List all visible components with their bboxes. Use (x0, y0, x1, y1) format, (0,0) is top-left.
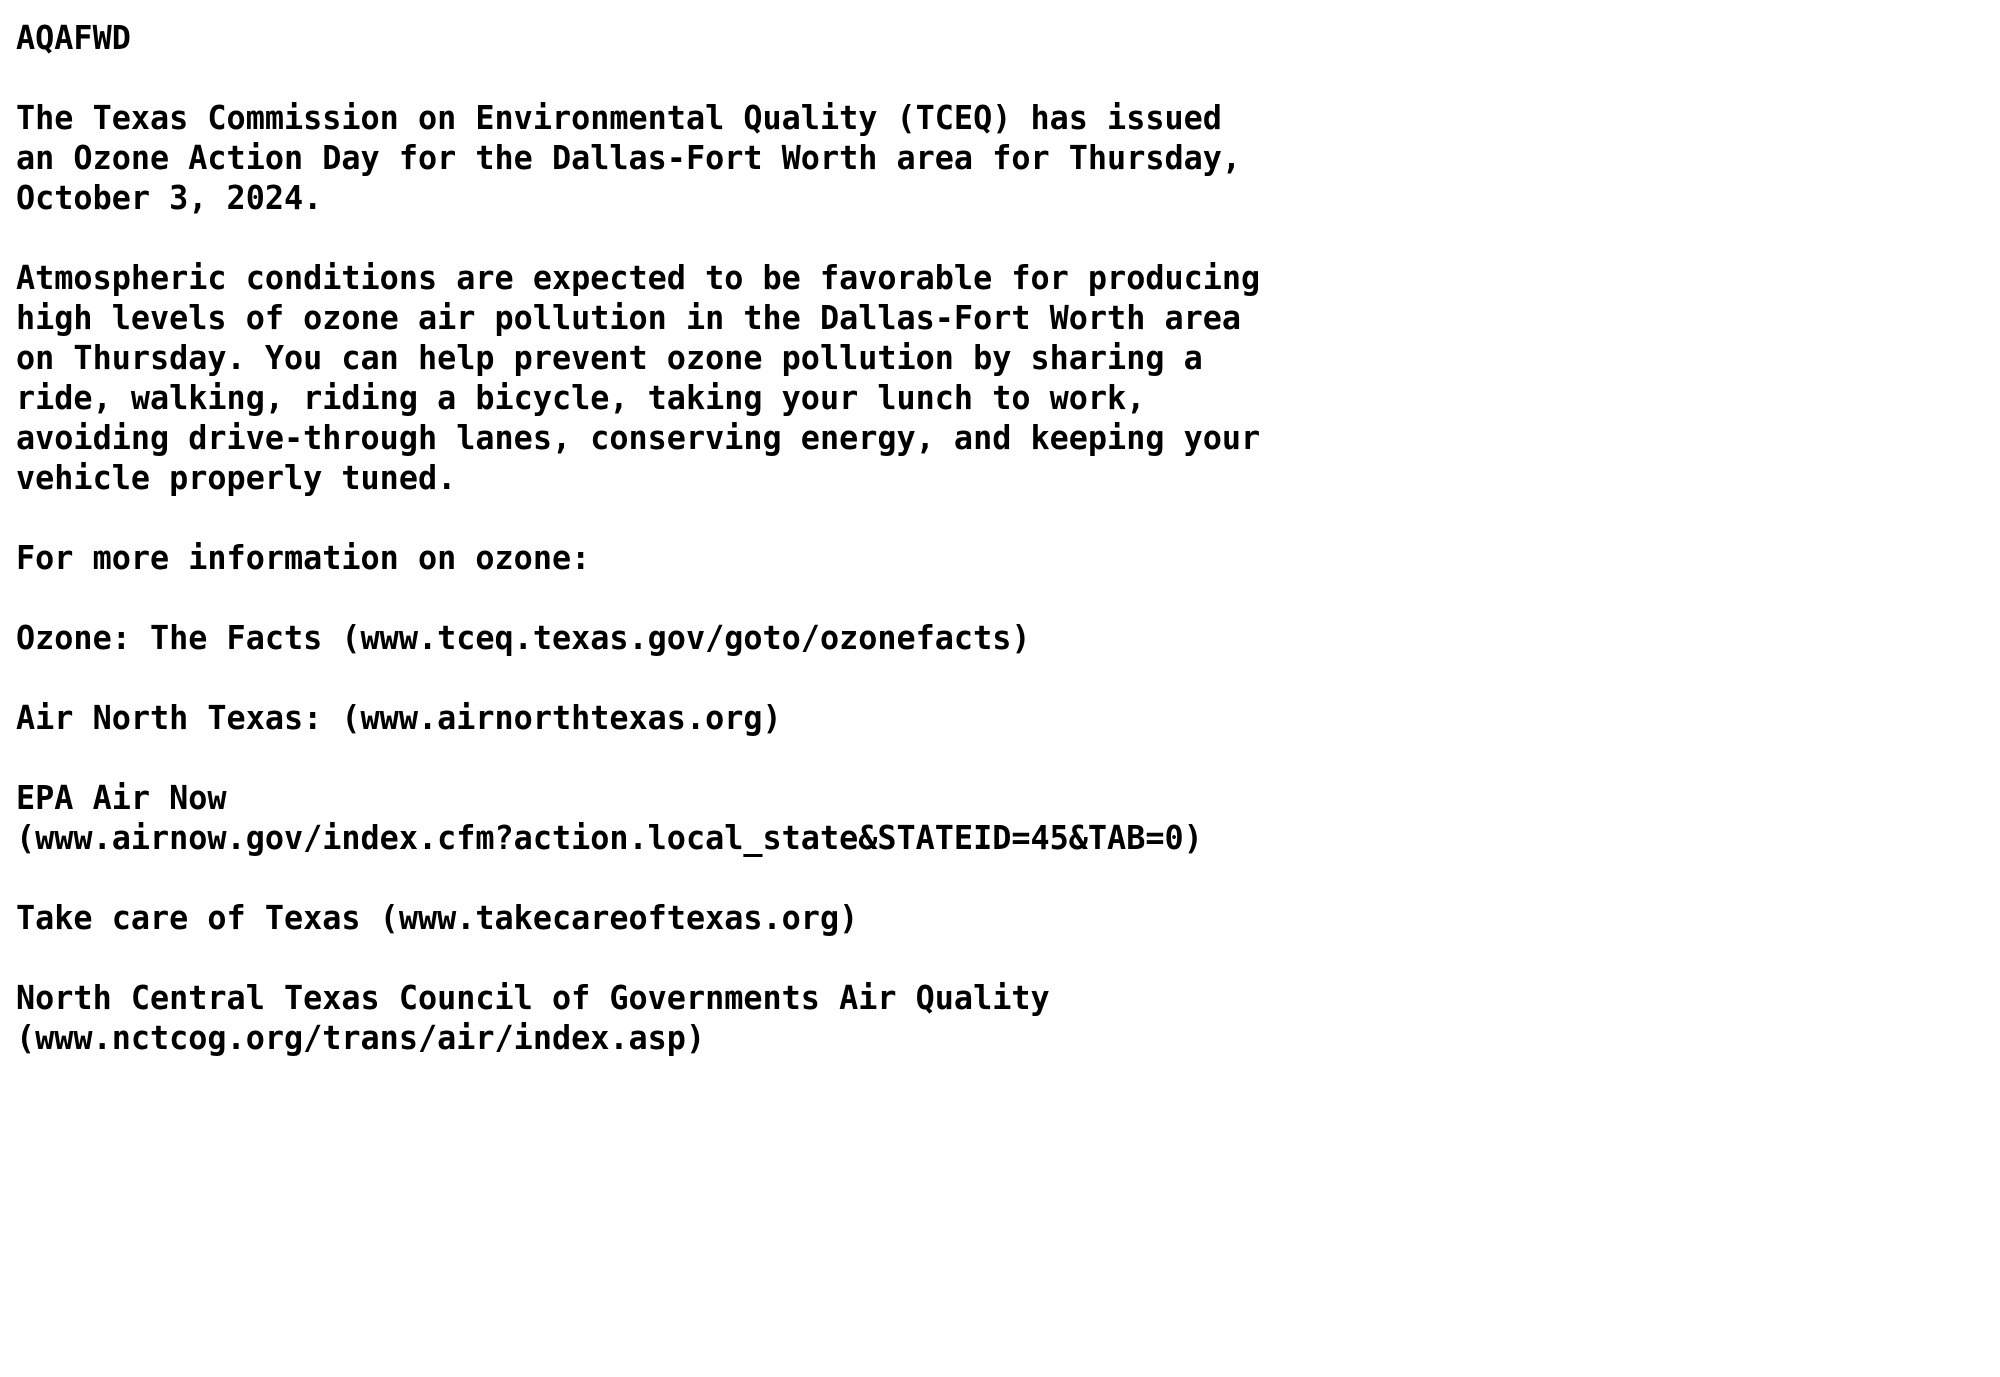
text-line: (www.airnow.gov/index.cfm?action.local_s… (16, 818, 1203, 857)
blank (16, 498, 2000, 538)
text-line: on Thursday. You can help prevent ozone … (16, 338, 1203, 377)
blank (16, 858, 2000, 898)
blank (16, 738, 2000, 778)
blank (16, 658, 2000, 698)
conditions-paragraph: Atmospheric conditions are expected to b… (16, 258, 2000, 498)
text-line: Ozone: The Facts (www.tceq.texas.gov/got… (16, 618, 1031, 657)
text-line: Air North Texas: (www.airnorthtexas.org) (16, 698, 782, 737)
resource-epa-air-now: EPA Air Now (www.airnow.gov/index.cfm?act… (16, 778, 2000, 858)
resource-take-care-of-texas: Take care of Texas (www.takecareoftexas.… (16, 898, 2000, 938)
text-line: an Ozone Action Day for the Dallas-Fort … (16, 138, 1242, 177)
blank (16, 578, 2000, 618)
text-line: ride, walking, riding a bicycle, taking … (16, 378, 1146, 417)
text-line: Atmospheric conditions are expected to b… (16, 258, 1261, 297)
product-identifier: AQAFWD (16, 18, 2000, 58)
text-line: October 3, 2024. (16, 178, 323, 217)
blank (16, 218, 2000, 258)
text-line: EPA Air Now (16, 778, 227, 817)
text-line: high levels of ozone air pollution in th… (16, 298, 1242, 337)
resource-ozone-facts: Ozone: The Facts (www.tceq.texas.gov/got… (16, 618, 2000, 658)
blank (16, 938, 2000, 978)
text-line: The Texas Commission on Environmental Qu… (16, 98, 1222, 137)
text-line: vehicle properly tuned. (16, 458, 457, 497)
text-line: North Central Texas Council of Governmen… (16, 978, 1050, 1017)
blank (16, 58, 2000, 98)
issuance-paragraph: The Texas Commission on Environmental Qu… (16, 98, 2000, 218)
resource-air-north-texas: Air North Texas: (www.airnorthtexas.org) (16, 698, 2000, 738)
resource-nctcog: North Central Texas Council of Governmen… (16, 978, 2000, 1058)
text-line: AQAFWD (16, 18, 131, 57)
text-line: Take care of Texas (www.takecareoftexas.… (16, 898, 859, 937)
text-line: (www.nctcog.org/trans/air/index.asp) (16, 1018, 706, 1057)
text-line: avoiding drive-through lanes, conserving… (16, 418, 1261, 457)
bulletin-text-document: AQAFWD The Texas Commission on Environmen… (0, 0, 2000, 1058)
text-line: For more information on ozone: (16, 538, 591, 577)
more-information-heading: For more information on ozone: (16, 538, 2000, 578)
